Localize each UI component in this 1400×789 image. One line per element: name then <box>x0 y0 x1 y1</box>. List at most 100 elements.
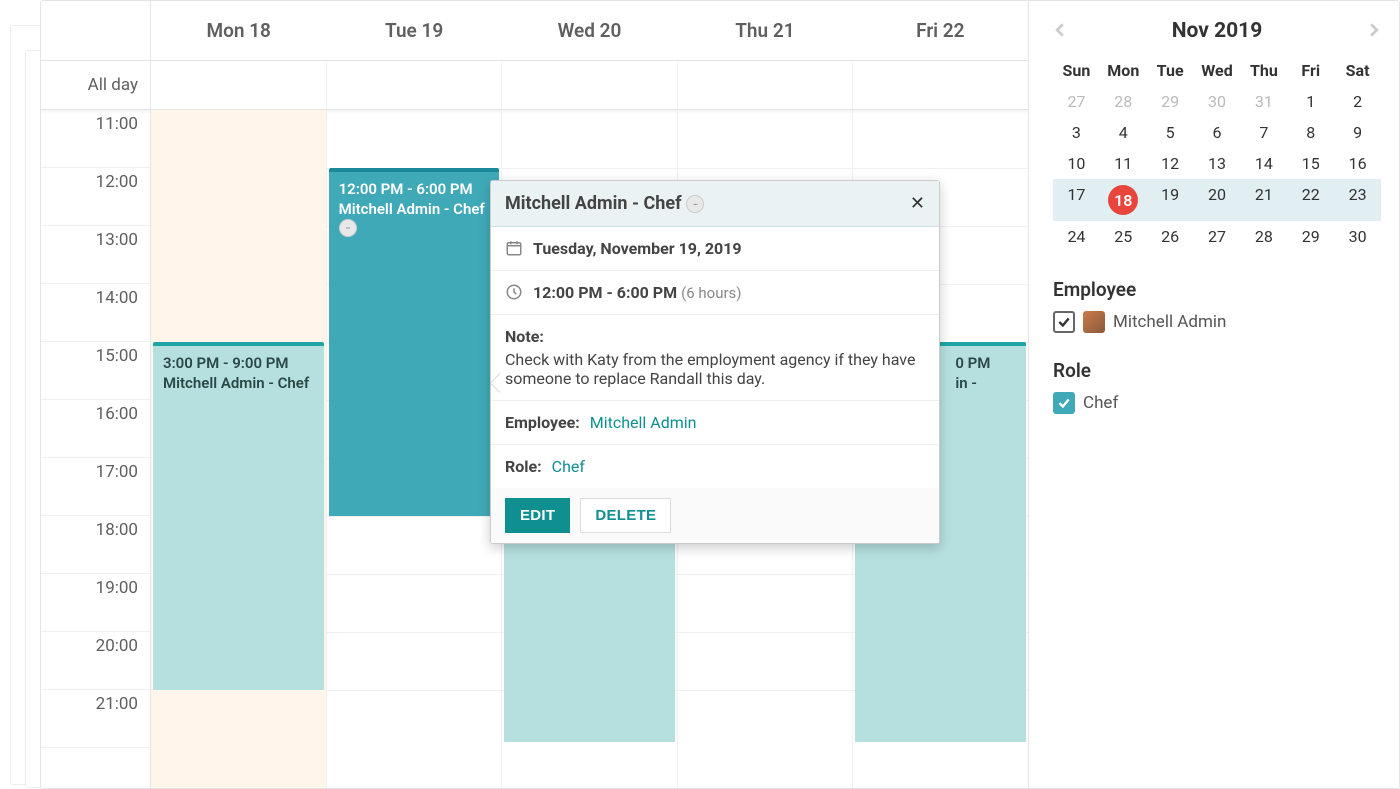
edit-button[interactable]: EDIT <box>505 498 570 533</box>
mini-grid: Sun Mon Tue Wed Thu Fri Sat 272829303112… <box>1053 55 1381 252</box>
day-header-wed[interactable]: Wed 20 <box>502 1 677 60</box>
event-time: 0 PM <box>955 354 1016 372</box>
allday-row: All day <box>41 61 1028 110</box>
mini-day[interactable]: 30 <box>1334 221 1381 252</box>
time-label: 13:00 <box>41 226 150 284</box>
dow-label: Thu <box>1240 55 1287 86</box>
event-time: 3:00 PM - 9:00 PM <box>163 354 314 372</box>
allday-label: All day <box>41 61 151 109</box>
mini-day[interactable]: 28 <box>1100 86 1147 117</box>
mini-day[interactable]: 1 <box>1287 86 1334 117</box>
mini-day[interactable]: 29 <box>1287 221 1334 252</box>
filter-employee-label: Mitchell Admin <box>1113 312 1226 332</box>
mini-day[interactable]: 3 <box>1053 117 1100 148</box>
mini-day[interactable]: 4 <box>1100 117 1147 148</box>
mini-day[interactable]: 13 <box>1194 148 1241 179</box>
time-label: 15:00 <box>41 342 150 400</box>
mini-day[interactable]: 31 <box>1240 86 1287 117</box>
mini-day[interactable]: 27 <box>1053 86 1100 117</box>
mini-day[interactable]: 16 <box>1334 148 1381 179</box>
mini-day[interactable]: 6 <box>1194 117 1241 148</box>
mini-day[interactable]: 21 <box>1240 179 1287 221</box>
event-mon[interactable]: 3:00 PM - 9:00 PM Mitchell Admin - Chef <box>153 342 324 690</box>
next-month-button[interactable] <box>1367 22 1381 41</box>
sidebar: Nov 2019 Sun Mon Tue Wed Thu Fri Sat 272… <box>1029 1 1399 788</box>
mini-day[interactable]: 23 <box>1334 179 1381 221</box>
event-popover: Mitchell Admin - Chef ··· ✕ Tuesday, Nov… <box>490 180 940 544</box>
time-axis: 11:00 12:00 13:00 14:00 15:00 16:00 17:0… <box>41 110 151 788</box>
mini-day[interactable]: 17 <box>1053 179 1100 221</box>
mini-day[interactable]: 22 <box>1287 179 1334 221</box>
dow-label: Sat <box>1334 55 1381 86</box>
mini-day[interactable]: 27 <box>1194 221 1241 252</box>
prev-month-button[interactable] <box>1053 22 1067 41</box>
time-label: 17:00 <box>41 458 150 516</box>
filter-section-role: Role <box>1053 359 1381 382</box>
mini-day[interactable]: 29 <box>1147 86 1194 117</box>
popover-duration: (6 hours) <box>681 284 741 302</box>
delete-button[interactable]: DELETE <box>580 498 671 533</box>
filter-role[interactable]: Chef <box>1053 392 1381 414</box>
day-header-thu[interactable]: Thu 21 <box>677 1 852 60</box>
dow-label: Mon <box>1100 55 1147 86</box>
mini-day[interactable]: 2 <box>1334 86 1381 117</box>
clock-icon <box>505 283 523 301</box>
mini-day[interactable]: 11 <box>1100 148 1147 179</box>
day-column-mon[interactable]: 3:00 PM - 9:00 PM Mitchell Admin - Chef <box>151 110 327 788</box>
mini-day[interactable]: 15 <box>1287 148 1334 179</box>
mini-day[interactable]: 7 <box>1240 117 1287 148</box>
mini-day[interactable]: 5 <box>1147 117 1194 148</box>
time-label: 14:00 <box>41 284 150 342</box>
calendar-icon <box>505 239 523 257</box>
mini-day[interactable]: 26 <box>1147 221 1194 252</box>
time-label: 18:00 <box>41 516 150 574</box>
event-tue[interactable]: 12:00 PM - 6:00 PM Mitchell Admin - Chef… <box>329 168 500 516</box>
event-title: Mitchell Admin - Chef ··· <box>339 200 490 237</box>
dow-label: Fri <box>1287 55 1334 86</box>
event-time: 12:00 PM - 6:00 PM <box>339 180 490 198</box>
comment-icon[interactable]: ··· <box>686 195 704 213</box>
day-header-fri[interactable]: Fri 22 <box>853 1 1028 60</box>
filter-employee[interactable]: Mitchell Admin <box>1053 311 1381 333</box>
mini-day[interactable]: 24 <box>1053 221 1100 252</box>
popover-date: Tuesday, November 19, 2019 <box>533 239 742 258</box>
note-label: Note: <box>505 327 544 346</box>
employee-label: Employee: <box>505 413 580 432</box>
allday-cell[interactable] <box>151 61 327 109</box>
mini-month-label: Nov 2019 <box>1172 19 1263 43</box>
event-title: Mitchell Admin - Chef <box>163 374 314 392</box>
allday-cell[interactable] <box>853 61 1028 109</box>
checkbox-role[interactable] <box>1053 392 1075 414</box>
day-header-mon[interactable]: Mon 18 <box>151 1 326 60</box>
role-label: Role: <box>505 457 542 476</box>
employee-link[interactable]: Mitchell Admin <box>590 413 697 432</box>
mini-day[interactable]: 8 <box>1287 117 1334 148</box>
allday-cell[interactable] <box>502 61 678 109</box>
time-label: 20:00 <box>41 632 150 690</box>
time-label: 19:00 <box>41 574 150 632</box>
mini-day[interactable]: 30 <box>1194 86 1241 117</box>
popover-title: Mitchell Admin - Chef ··· <box>505 193 704 214</box>
mini-day[interactable]: 10 <box>1053 148 1100 179</box>
mini-day[interactable]: 18 <box>1100 179 1147 221</box>
close-icon[interactable]: ✕ <box>910 193 925 214</box>
popover-time: 12:00 PM - 6:00 PM <box>533 283 677 302</box>
mini-day[interactable]: 9 <box>1334 117 1381 148</box>
day-column-tue[interactable]: 12:00 PM - 6:00 PM Mitchell Admin - Chef… <box>327 110 503 788</box>
mini-day[interactable]: 25 <box>1100 221 1147 252</box>
mini-day[interactable]: 12 <box>1147 148 1194 179</box>
allday-cell[interactable] <box>327 61 503 109</box>
allday-cell[interactable] <box>678 61 854 109</box>
mini-day[interactable]: 28 <box>1240 221 1287 252</box>
role-link[interactable]: Chef <box>552 457 585 476</box>
time-label: 16:00 <box>41 400 150 458</box>
dow-label: Tue <box>1147 55 1194 86</box>
mini-day[interactable]: 19 <box>1147 179 1194 221</box>
mini-day[interactable]: 20 <box>1194 179 1241 221</box>
day-header-tue[interactable]: Tue 19 <box>326 1 501 60</box>
mini-day[interactable]: 14 <box>1240 148 1287 179</box>
time-label: 21:00 <box>41 690 150 748</box>
avatar <box>1083 311 1105 333</box>
checkbox-employee[interactable] <box>1053 311 1075 333</box>
note-body: Check with Katy from the employment agen… <box>505 350 925 388</box>
